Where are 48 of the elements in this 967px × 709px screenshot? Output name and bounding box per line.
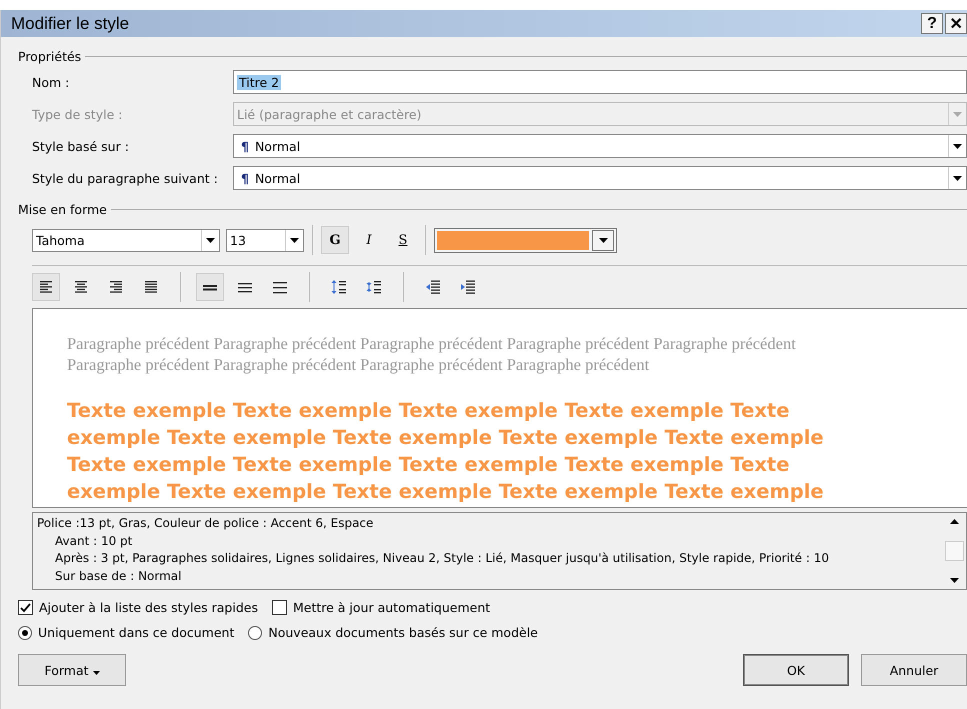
section-title: Mise en forme [18, 202, 107, 217]
field-label: Style basé sur : [32, 138, 130, 154]
previous-paragraph-text: Paragraphe précédent Paragraphe précédent Paragraphe précédent Paragraphe précédent Paragraphe précédent Paragraphe précédent Paragraphe précédent Paragraphe précédent Paragraphe précédent [67, 333, 797, 375]
field-label: Type de style : [32, 106, 124, 122]
section-title: Propriétés [18, 49, 82, 64]
spacing-single-button[interactable] [196, 273, 224, 301]
bold-button[interactable]: G [321, 226, 349, 254]
align-left-icon [38, 280, 54, 294]
radio-option[interactable]: Nouveaux documents basés sur ce modèle [248, 625, 538, 640]
space-less-icon [366, 280, 382, 294]
radio-button[interactable] [248, 626, 262, 640]
font-dropdown[interactable]: Tahoma [32, 228, 220, 252]
description-text: Après : 3 pt, Paragraphes solidaires, Lignes solidaires, Niveau 2, Style : Lié, Masquer jusqu'à utilisation, Style rapide, Priorité : 10 [54, 550, 830, 567]
spacing-double-icon [272, 280, 288, 294]
align-center-icon [73, 280, 89, 294]
field-label: Style du paragraphe suivant : [32, 170, 219, 186]
radio-button[interactable] [18, 626, 32, 640]
sample-text: Texte exemple Texte exemple Texte exemple Texte exemple Texte exemple Texte exemple Texte exemple Texte exemple Texte exemple Texte exemple Texte exemple Texte exemple Texte exemple Texte exemple Texte exemple Texte exemple Texte exemple Texte exemple [67, 398, 825, 505]
checkbox[interactable] [272, 600, 287, 615]
caret-icon [92, 670, 100, 674]
spacing-half-icon [237, 280, 253, 294]
checkbox-option[interactable]: Ajouter à la liste des styles rapides [18, 600, 258, 615]
color-dropdown[interactable] [434, 228, 617, 252]
italic-button[interactable]: I [355, 226, 383, 254]
justify-icon [143, 280, 159, 294]
align-left-button[interactable] [32, 273, 60, 301]
checkbox[interactable] [18, 600, 33, 615]
format-button[interactable]: Format [18, 654, 126, 686]
size-dropdown[interactable]: 13 [226, 228, 304, 252]
description-text: Avant : 10 pt [54, 532, 134, 550]
checkbox-option[interactable]: Mettre à jour automatiquement [272, 600, 490, 615]
description-text: Police :13 pt, Gras, Couleur de police : Accent 6, Espace [37, 515, 374, 532]
ok-button[interactable]: OK [743, 654, 849, 686]
indent-less-icon [425, 280, 441, 294]
close-button[interactable]: ✕ [945, 13, 967, 34]
dropdown[interactable]: ¶ Normal [233, 134, 967, 158]
cancel-button[interactable]: Annuler [861, 654, 967, 686]
input-field[interactable]: Titre 2 [233, 70, 967, 94]
help-button[interactable]: ? [921, 13, 943, 34]
window-title: Modifier le style [11, 14, 130, 34]
radio-option[interactable]: Uniquement dans ce document [18, 625, 234, 640]
shadow-button[interactable]: S [389, 226, 417, 254]
description-text: Sur base de : Normal [54, 568, 182, 584]
align-right-icon [108, 280, 124, 294]
indent-more-icon [460, 280, 476, 294]
dropdown[interactable]: ¶ Normal [233, 166, 967, 190]
space-more-icon [331, 280, 347, 294]
field-label: Nom : [32, 74, 70, 90]
